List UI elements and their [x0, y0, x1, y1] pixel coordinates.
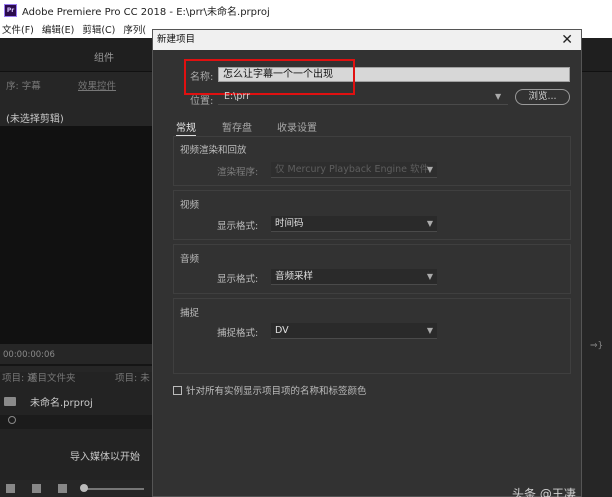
folder-icon	[4, 397, 16, 406]
show-names-checkbox-label: 针对所有实例显示项目项的名称和标签颜色	[186, 386, 367, 397]
insert-arrow-icon[interactable]: ⇒}	[590, 341, 603, 351]
chevron-down-icon: ▼	[426, 165, 433, 174]
audio-section-title: 音频	[180, 254, 200, 265]
audio-format-select[interactable]: 音频采样 ▼	[271, 269, 437, 285]
import-media-hint[interactable]: 导入媒体以开始	[70, 448, 140, 463]
show-names-checkbox-row[interactable]: 针对所有实例显示项目项的名称和标签颜色	[173, 383, 367, 397]
menu-sequence[interactable]: 序列(	[123, 22, 146, 36]
renderer-value: 仅 Mercury Playback Engine 软件	[275, 164, 430, 175]
app-title-bar: Pr Adobe Premiere Pro CC 2018 - E:\prr\未…	[0, 0, 612, 20]
tab-sequence-captions[interactable]: 序: 字幕	[6, 78, 41, 92]
chevron-down-icon[interactable]: ▼	[495, 92, 501, 101]
icon-view-icon[interactable]	[58, 484, 67, 493]
workspace-tab-assembly[interactable]: 组件	[94, 49, 114, 64]
dialog-title: 新建项目	[157, 34, 196, 45]
location-dropdown[interactable]: E:\prr	[218, 91, 508, 105]
no-clip-selected-label: (未选择剪辑)	[6, 114, 64, 125]
audio-format-label: 显示格式:	[217, 274, 259, 285]
tab-general[interactable]: 常规	[176, 119, 196, 136]
video-format-select[interactable]: 时间码 ▼	[271, 216, 437, 232]
new-project-dialog: 新建项目 ✕ 名称: 怎么让字幕一个一个出现 位置: E:\prr ▼ 浏览..…	[152, 29, 582, 497]
project-file-name: 未命名.prproj	[30, 398, 93, 409]
chevron-down-icon: ▼	[426, 272, 433, 281]
effect-controls-area	[0, 126, 152, 344]
audio-format-value: 音频采样	[275, 271, 314, 282]
renderer-select: 仅 Mercury Playback Engine 软件 ▼	[271, 162, 437, 178]
browse-button[interactable]: 浏览...	[515, 89, 570, 105]
list-view-icon[interactable]	[32, 484, 41, 493]
app-title: Adobe Premiere Pro CC 2018 - E:\prr\未命名.…	[22, 6, 270, 18]
video-format-value: 时间码	[275, 218, 304, 229]
show-names-checkbox[interactable]	[173, 385, 182, 395]
program-monitor-edge	[581, 72, 612, 497]
capture-format-select[interactable]: DV ▼	[271, 323, 437, 339]
menu-clip[interactable]: 剪辑(C)	[82, 22, 115, 36]
dialog-title-bar: 新建项目 ✕	[153, 30, 581, 50]
video-format-label: 显示格式:	[217, 221, 259, 232]
tab-project-folder[interactable]: 项目文件夹	[28, 370, 76, 384]
watermark-text: 头条 @王凄	[512, 487, 576, 497]
menu-file[interactable]: 文件(F)	[2, 22, 34, 36]
video-section-title: 视频	[180, 200, 200, 211]
project-search-field[interactable]	[0, 415, 152, 429]
project-file-item[interactable]: 未命名.prproj	[4, 394, 93, 409]
panel-divider	[0, 364, 152, 366]
capture-format-value: DV	[275, 325, 289, 336]
tab-scratch-disks[interactable]: 暂存盘	[222, 119, 252, 134]
video-rendering-title: 视频渲染和回放	[180, 145, 247, 156]
tab-ingest-settings[interactable]: 收录设置	[277, 119, 317, 134]
tab-effect-controls[interactable]: 效果控件	[78, 78, 116, 92]
zoom-slider-knob[interactable]	[80, 484, 88, 492]
video-section	[173, 190, 571, 240]
menu-edit[interactable]: 编辑(E)	[42, 22, 74, 36]
chevron-down-icon: ▼	[426, 326, 433, 335]
timecode-display: 00:00:00:06	[3, 350, 55, 360]
capture-format-label: 捕捉格式:	[217, 328, 259, 339]
renderer-label: 渲染程序:	[217, 167, 259, 178]
lock-icon[interactable]	[6, 484, 15, 493]
close-icon[interactable]: ✕	[561, 31, 573, 49]
chevron-down-icon: ▼	[426, 219, 433, 228]
zoom-slider-track[interactable]	[84, 488, 144, 490]
search-icon	[8, 416, 16, 424]
red-highlight-annotation	[184, 59, 355, 95]
premiere-logo-icon: Pr	[4, 3, 17, 17]
capture-section-title: 捕捉	[180, 308, 200, 319]
tab-project-2[interactable]: 项目: 未	[115, 370, 150, 384]
location-label: 位置:	[190, 96, 214, 107]
